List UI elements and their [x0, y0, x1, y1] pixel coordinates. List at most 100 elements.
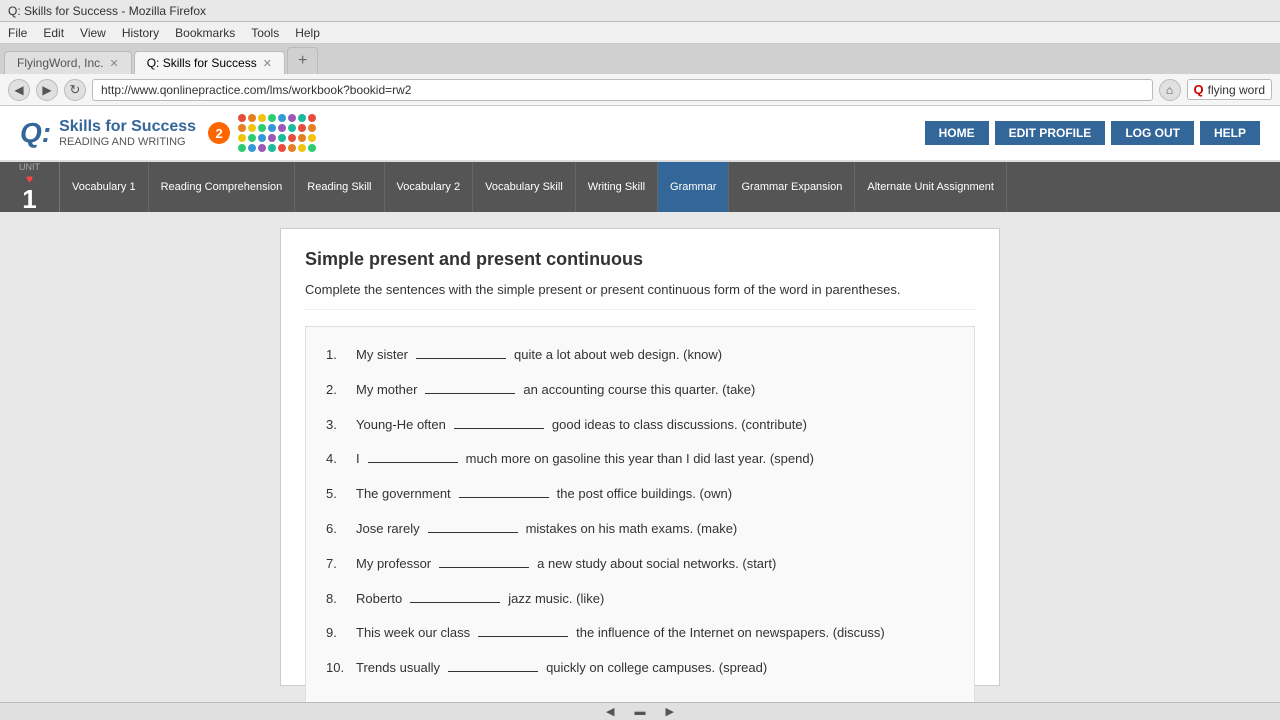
menu-tools[interactable]: Tools: [251, 26, 279, 40]
help-button[interactable]: HELP: [1200, 121, 1260, 145]
decoration-dot: [268, 114, 276, 122]
logo-subtitle: READING AND WRITING: [59, 136, 196, 148]
fill-blank-input[interactable]: [454, 413, 544, 429]
logo-q-letter: Q:: [20, 117, 51, 149]
decoration-dot: [278, 144, 286, 152]
sentence-pre-text: Jose rarely: [356, 519, 420, 540]
nav-tab-alternate-unit-assignment[interactable]: Alternate Unit Assignment: [855, 162, 1007, 212]
nav-tab-grammar[interactable]: Grammar: [658, 162, 729, 212]
sentence-number: 2.: [326, 380, 352, 401]
nav-tab-vocabulary-2[interactable]: Vocabulary 2: [385, 162, 474, 212]
home-nav-button[interactable]: HOME: [925, 121, 989, 145]
tab-flyingword-label: FlyingWord, Inc.: [17, 56, 103, 70]
decoration-dot: [258, 144, 266, 152]
edit-profile-button[interactable]: EDIT PROFILE: [995, 121, 1106, 145]
back-button[interactable]: ◀: [8, 79, 30, 101]
unit-label: UNIT: [19, 162, 40, 172]
decoration-dot: [308, 134, 316, 142]
decoration-dot: [248, 134, 256, 142]
sentence-post-text: quickly on college campuses. (spread): [546, 658, 767, 679]
menu-bookmarks[interactable]: Bookmarks: [175, 26, 235, 40]
sentence-number: 3.: [326, 415, 352, 436]
decoration-dot: [288, 124, 296, 132]
decoration-dot: [248, 124, 256, 132]
sentence-number: 8.: [326, 589, 352, 610]
sentence-post-text: the influence of the Internet on newspap…: [576, 623, 885, 644]
sentence-item: 9.This week our class the influence of t…: [326, 621, 954, 644]
scroll-right[interactable]: ▶: [666, 705, 674, 718]
fill-blank-input[interactable]: [428, 517, 518, 533]
fill-blank-input[interactable]: [416, 343, 506, 359]
browser-window: Q: Skills for Success - Mozilla Firefox …: [0, 0, 1280, 720]
unit-nav: UNIT ♥ 1 Vocabulary 1Reading Comprehensi…: [0, 162, 1280, 212]
fill-blank-input[interactable]: [439, 552, 529, 568]
decoration-dot: [258, 134, 266, 142]
decoration-dot: [278, 134, 286, 142]
tab-flyingword-close[interactable]: ✕: [109, 57, 118, 70]
menu-help[interactable]: Help: [295, 26, 320, 40]
logo-text-area: Skills for Success READING AND WRITING: [59, 118, 196, 148]
tab-qskills-close[interactable]: ✕: [263, 57, 272, 70]
sentence-number: 1.: [326, 345, 352, 366]
tab-qskills-label: Q: Skills for Success: [147, 56, 257, 70]
nav-tab-reading-skill[interactable]: Reading Skill: [295, 162, 384, 212]
refresh-button[interactable]: ↻: [64, 79, 86, 101]
fill-blank-input[interactable]: [368, 447, 458, 463]
decoration-dot: [298, 144, 306, 152]
decoration-dot: [298, 124, 306, 132]
sentence-post-text: good ideas to class discussions. (contri…: [552, 415, 807, 436]
header-nav: HOME EDIT PROFILE LOG OUT HELP: [925, 121, 1260, 145]
sentence-item: 1.My sister quite a lot about web design…: [326, 343, 954, 366]
colorful-dots: [238, 114, 316, 152]
scroll-indicator: ▬: [635, 706, 646, 718]
tab-bar: FlyingWord, Inc. ✕ Q: Skills for Success…: [0, 44, 1280, 74]
title-bar: Q: Skills for Success - Mozilla Firefox: [0, 0, 1280, 22]
sentence-pre-text: Trends usually: [356, 658, 440, 679]
sentence-pre-text: My professor: [356, 554, 431, 575]
decoration-dot: [278, 124, 286, 132]
scroll-left[interactable]: ◀: [606, 705, 614, 718]
tab-new-button[interactable]: +: [287, 47, 318, 74]
fill-blank-input[interactable]: [448, 656, 538, 672]
sentence-item: 7.My professor a new study about social …: [326, 552, 954, 575]
nav-tab-reading-comprehension[interactable]: Reading Comprehension: [149, 162, 296, 212]
logo-title: Skills for Success: [59, 118, 196, 136]
address-bar: ◀ ▶ ↻ ⌂ Q flying word: [0, 74, 1280, 106]
menu-history[interactable]: History: [122, 26, 159, 40]
fill-blank-input[interactable]: [478, 621, 568, 637]
logo-area: Q: Skills for Success READING AND WRITIN…: [20, 114, 316, 152]
decoration-dot: [298, 134, 306, 142]
tab-qskills[interactable]: Q: Skills for Success ✕: [134, 51, 285, 74]
sentence-pre-text: The government: [356, 484, 451, 505]
logout-button[interactable]: LOG OUT: [1111, 121, 1194, 145]
sentence-number: 6.: [326, 519, 352, 540]
unit-badge: UNIT ♥ 1: [0, 162, 60, 212]
menu-file[interactable]: File: [8, 26, 27, 40]
decoration-dot: [298, 114, 306, 122]
tab-flyingword[interactable]: FlyingWord, Inc. ✕: [4, 51, 132, 74]
content-box: Simple present and present continuous Co…: [280, 228, 1000, 686]
fill-blank-input[interactable]: [410, 587, 500, 603]
menu-view[interactable]: View: [80, 26, 106, 40]
menu-bar: File Edit View History Bookmarks Tools H…: [0, 22, 1280, 44]
sentence-item: 5.The government the post office buildin…: [326, 482, 954, 505]
sentence-item: 2.My mother an accounting course this qu…: [326, 378, 954, 401]
sentence-item: 6.Jose rarely mistakes on his math exams…: [326, 517, 954, 540]
address-input[interactable]: [92, 79, 1153, 101]
menu-edit[interactable]: Edit: [43, 26, 64, 40]
sentence-number: 7.: [326, 554, 352, 575]
sentences-box: 1.My sister quite a lot about web design…: [305, 326, 975, 702]
nav-tab-writing-skill[interactable]: Writing Skill: [576, 162, 658, 212]
nav-tab-vocabulary-1[interactable]: Vocabulary 1: [60, 162, 149, 212]
forward-button[interactable]: ▶: [36, 79, 58, 101]
nav-tab-grammar-expansion[interactable]: Grammar Expansion: [729, 162, 855, 212]
nav-tabs: Vocabulary 1Reading ComprehensionReading…: [60, 162, 1280, 212]
fill-blank-input[interactable]: [459, 482, 549, 498]
decoration-dot: [288, 144, 296, 152]
sentence-pre-text: My sister: [356, 345, 408, 366]
decoration-dot: [248, 114, 256, 122]
exercise-title: Simple present and present continuous: [305, 249, 975, 270]
fill-blank-input[interactable]: [425, 378, 515, 394]
nav-tab-vocabulary-skill[interactable]: Vocabulary Skill: [473, 162, 576, 212]
home-button[interactable]: ⌂: [1159, 79, 1181, 101]
